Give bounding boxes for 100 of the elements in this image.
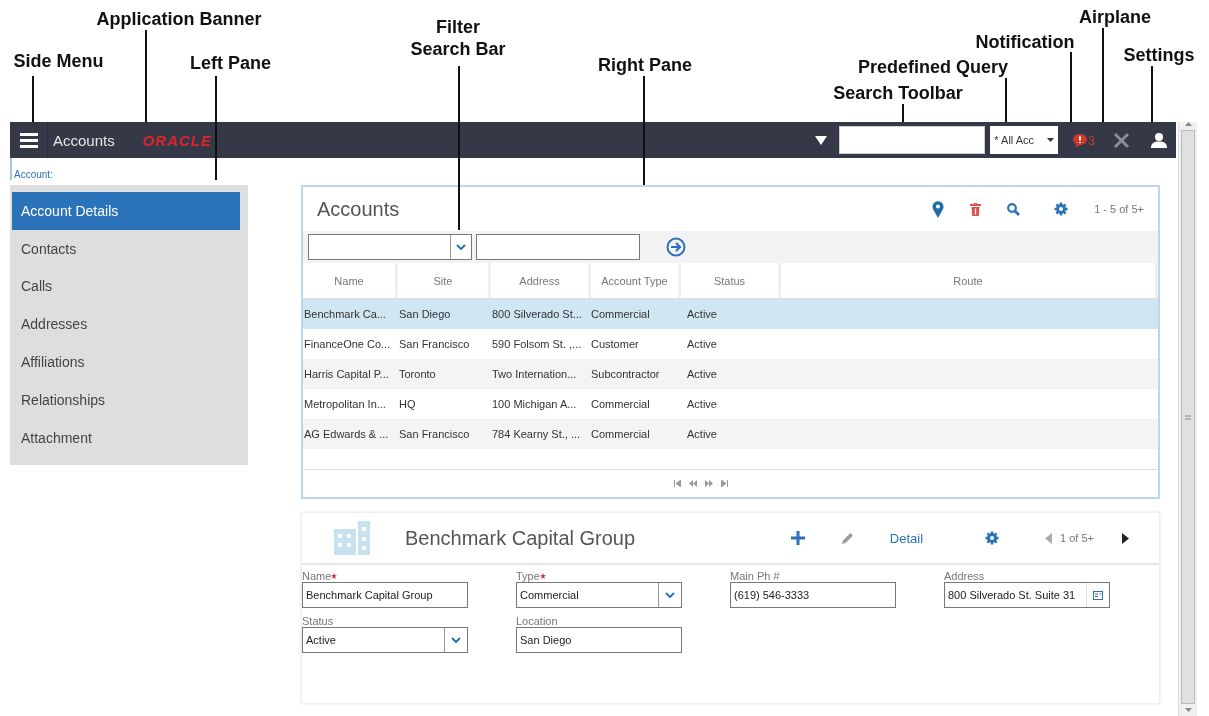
detail-link[interactable]: Detail (889, 530, 924, 546)
callout-label: Filter Search Bar (409, 16, 507, 60)
table-cell-text: Toronto (398, 368, 437, 380)
table-cell-text: 800 Silverado St... (491, 308, 583, 320)
field-label: Type (516, 569, 540, 582)
callout-label: Application Banner (95, 8, 263, 30)
trash-icon (970, 202, 982, 216)
user-icon[interactable] (1150, 132, 1168, 148)
nav-item[interactable]: Calls (12, 267, 240, 306)
table-cell-text: Harris Capital P... (303, 368, 390, 380)
first-page-icon (673, 480, 681, 487)
table-cell-text: Active (686, 428, 718, 440)
panel-title: Accounts (317, 197, 400, 221)
table-cell-text: Two Internation... (491, 368, 578, 380)
select-field[interactable]: Active (302, 627, 468, 653)
caret-icon (1047, 138, 1055, 142)
add-icon[interactable] (790, 531, 805, 545)
callout-label: Settings (1122, 44, 1196, 66)
nav-item[interactable]: Account Details (12, 192, 240, 230)
table-cell-text: Active (686, 338, 718, 350)
next-page-icon (704, 480, 713, 487)
table-cell-text: Subcontractor (591, 368, 661, 380)
table-row[interactable]: Harris Capital P... Toronto Two Internation... Subcontractor Active (303, 359, 1158, 389)
chevron-down-icon (456, 244, 466, 250)
table-cell-text: 100 Michigan A... (491, 398, 578, 410)
scroll-up-icon (1184, 122, 1192, 126)
table-cell-text: 784 Kearny St., ... (491, 428, 582, 440)
arrow-right-circle-icon[interactable] (666, 237, 686, 257)
table-cell-text: Active (686, 398, 718, 410)
table-cell-text: Benchmark Ca... (303, 308, 387, 320)
scrollbar[interactable] (1178, 122, 1197, 716)
search-icon (1007, 202, 1021, 216)
table-row[interactable]: Benchmark Ca... San Diego 800 Silverado St... Commercial Active (303, 299, 1158, 329)
table-cell-text: AG Edwards & ... (303, 428, 390, 440)
chevron-down-icon (451, 637, 461, 643)
input-field[interactable]: 800 Silverado St. Suite 31 (944, 582, 1110, 608)
table-row[interactable]: FinanceOne Co... San Francisco 590 Folsom St. ,... Customer Active (303, 329, 1158, 359)
app-title: Accounts (53, 131, 115, 149)
input-field[interactable]: (619) 546-3333 (730, 582, 896, 608)
callout-label: Predefined Query (856, 56, 1009, 78)
table-cell-text: Commercial (591, 308, 651, 320)
last-page-icon (720, 480, 728, 487)
nav-item[interactable]: Attachment (12, 418, 240, 457)
cross-icon[interactable] (1113, 131, 1130, 149)
dropdown-icon[interactable] (815, 135, 828, 145)
field-label: Address (944, 569, 985, 582)
pencil-icon[interactable] (840, 531, 854, 545)
grip-icon (1185, 414, 1191, 420)
leader-line (1070, 52, 1072, 122)
leader-line (1005, 78, 1007, 122)
select-field[interactable]: Commercial (516, 582, 682, 608)
table-cell-text: San Francisco (398, 338, 471, 350)
settings-icon (985, 531, 1000, 545)
callout-label: Right Pane (597, 54, 693, 76)
brand-logo: ORACLE (142, 131, 213, 149)
table-cell-text: Commercial (591, 428, 651, 440)
next-icon (1122, 532, 1129, 544)
query-select[interactable]: * All Acc (990, 126, 1059, 154)
building-icon (334, 521, 370, 555)
nav-item[interactable]: Addresses (12, 305, 240, 344)
table-cell-text: Commercial (591, 398, 651, 410)
field-label: Main Ph # (730, 569, 780, 582)
field-label: Name (302, 569, 332, 582)
nav-item[interactable]: Relationships (12, 381, 240, 419)
search-field[interactable] (839, 126, 986, 154)
leader-line (1151, 66, 1153, 122)
callout-label: Airplane (1078, 6, 1152, 28)
table-cell-text: FinanceOne Co... (303, 338, 392, 350)
filter-field[interactable] (476, 234, 640, 260)
table-cell-text: HQ (398, 398, 417, 410)
callout-label: Notification (974, 31, 1076, 53)
table-cell-text: Metropolitan In... (303, 398, 387, 410)
callout-label: Side Menu (12, 50, 105, 72)
record-title: Benchmark Capital Group (405, 526, 637, 550)
table-row[interactable]: AG Edwards & ... San Francisco 784 Kearny St., ... Commercial Active (303, 419, 1158, 449)
nav-item[interactable]: Contacts (12, 229, 240, 268)
leader-line (32, 76, 34, 122)
previous-icon (1045, 532, 1053, 544)
location-pin-icon (932, 200, 945, 218)
table-cell-text: San Diego (398, 308, 452, 320)
callout-label: Left Pane (189, 52, 272, 74)
table-cell-text: Customer (591, 338, 640, 350)
breadcrumb-link[interactable]: Account: (14, 169, 53, 180)
input-field[interactable]: Benchmark Capital Group (302, 582, 468, 608)
input-field[interactable]: San Diego (516, 627, 682, 653)
scroll-down-icon (1184, 708, 1192, 712)
card-icon (1093, 590, 1103, 600)
table-row[interactable]: Metropolitan In... HQ 100 Michigan A... Commercial Active (303, 389, 1158, 419)
filter-select[interactable] (308, 234, 472, 260)
table-cell-text: Active (686, 308, 718, 320)
table-cell-text: Active (686, 368, 718, 380)
record-pager: 1 of 5+ (1060, 532, 1094, 544)
settings-icon (1054, 202, 1069, 216)
field-label: Status (302, 614, 334, 627)
previous-page-icon (688, 480, 697, 487)
nav-item[interactable]: Affiliations (12, 343, 240, 381)
callout-label: Search Toolbar (832, 82, 964, 104)
table-cell-text: San Francisco (398, 428, 471, 440)
chevron-down-icon (665, 592, 675, 598)
leader-line (902, 104, 904, 122)
